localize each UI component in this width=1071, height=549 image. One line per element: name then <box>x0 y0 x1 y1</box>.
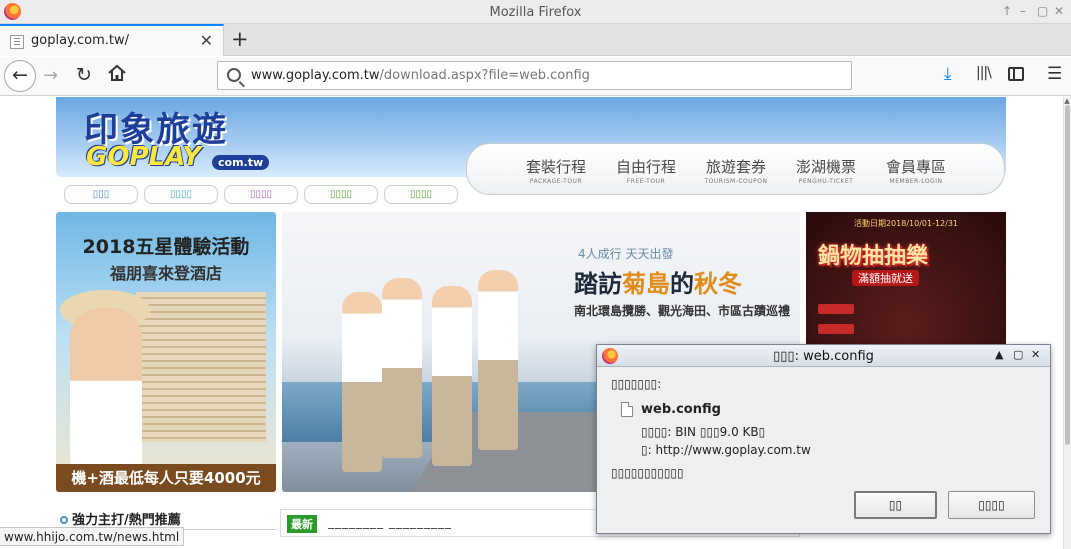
lottery-subtitle: 滿額抽就送 <box>852 270 919 286</box>
promo-hotel-title: 2018五星體驗活動 <box>82 236 250 258</box>
lottery-prize-tag <box>818 304 854 314</box>
home-icon[interactable] <box>107 63 127 83</box>
file-icon <box>621 402 633 417</box>
main-menu: 套裝行程 PACKAGE-TOUR 自由行程 FREE-TOUR 旅遊套券 TO… <box>466 143 1005 195</box>
traveler-figure <box>382 278 422 458</box>
url-text[interactable]: www.goplay.com.tw/download.aspx?file=web… <box>251 68 590 83</box>
menu-free-tour-sub: FREE-TOUR <box>626 178 666 185</box>
download-icon[interactable]: ⤓ <box>944 64 952 84</box>
tab-label: goplay.com.tw/ <box>31 33 130 48</box>
window-title: Mozilla Firefox <box>489 5 582 20</box>
navigation-toolbar: ← → ↻ www.goplay.com.tw/download.aspx?fi… <box>0 57 1071 96</box>
dialog-raise-icon[interactable]: ▲ <box>995 348 1003 361</box>
scrollbar-thumb[interactable] <box>1065 105 1070 445</box>
hamburger-menu-icon[interactable]: ☰ <box>1047 64 1062 84</box>
headline-part: 踏訪 <box>574 270 622 298</box>
library-icon[interactable]: |||\ <box>976 65 992 81</box>
promo-penghu-tagline: 4人成行 天天出發 <box>578 247 674 261</box>
sidebar-icon[interactable] <box>1008 67 1024 81</box>
headline-highlight: 秋冬 <box>694 270 742 298</box>
window-titlebar: Mozilla Firefox ↑ – ▢ ✕ <box>0 0 1071 24</box>
dialog-primary-button[interactable]: ▯▯ <box>854 491 937 519</box>
lottery-title: 鍋物抽抽樂 <box>818 244 929 269</box>
section-title-featured: 強力主打/熱門推薦 <box>60 509 181 528</box>
headline-part: 的 <box>670 270 694 298</box>
dialog-intro: ▯▯▯▯▯▯▯: <box>611 377 662 391</box>
traveler-figure <box>432 286 472 466</box>
tab-close-icon[interactable]: ✕ <box>200 31 213 50</box>
window-maximize-icon[interactable]: ▢ <box>1037 4 1048 18</box>
promo-penghu-subline: 南北環島攬勝、觀光海田、市區古蹟巡禮 <box>574 304 791 318</box>
menu-tourism-coupon-label: 旅遊套券 <box>705 158 766 176</box>
dialog-file-type: ▯▯▯▯: BIN ▯▯▯9.0 KB▯ <box>641 425 766 439</box>
headline-highlight: 菊島 <box>622 270 670 298</box>
tab-strip: goplay.com.tw/ ✕ + <box>0 24 1071 56</box>
menu-package-tour[interactable]: 套裝行程 PACKAGE-TOUR <box>511 156 601 185</box>
menu-member-login-sub: MEMBER-LOGIN <box>889 178 943 185</box>
lottery-prize-tag <box>818 324 854 334</box>
menu-penghu-ticket-sub: PENGHU-TICKET <box>798 178 854 185</box>
url-path: /download.aspx?file=web.config <box>379 68 590 83</box>
logo-domain-badge: com.tw <box>212 155 270 170</box>
traveler-figure <box>478 270 518 450</box>
url-host: www.goplay.com.tw <box>251 68 380 83</box>
subtab-1[interactable]: ▯▯▯ <box>64 185 138 204</box>
dialog-filename: web.config <box>641 402 721 417</box>
page-favicon-icon <box>10 35 24 49</box>
dialog-title: ▯▯▯: web.config <box>597 349 1050 364</box>
page-scrollbar[interactable] <box>1063 97 1071 549</box>
dialog-close-icon[interactable]: ✕ <box>1031 348 1040 361</box>
promo-hotel-subtitle: 福朋喜來登酒店 <box>109 264 222 283</box>
new-tab-button[interactable]: + <box>231 27 249 51</box>
dialog-question: ▯▯▯▯▯▯▯▯▯▯▯ <box>611 466 684 480</box>
dialog-file-source: ▯: http://www.goplay.com.tw <box>641 443 811 457</box>
dialog-titlebar[interactable]: ▯▯▯: web.config ▲ ▢ ✕ <box>597 345 1050 367</box>
scroll-up-icon[interactable]: ▲ <box>1063 97 1071 105</box>
forward-arrow-icon[interactable]: → <box>43 65 58 86</box>
subtab-2[interactable]: ▯▯▯▯ <box>144 185 218 204</box>
window-raise-icon[interactable]: ↑ <box>1002 4 1012 18</box>
tab-goplay[interactable]: goplay.com.tw/ ✕ <box>0 24 224 56</box>
site-logo[interactable]: 印象旅遊 GOPLAY com.tw <box>84 102 270 172</box>
menu-penghu-ticket-label: 澎湖機票 <box>795 158 856 176</box>
menu-penghu-ticket[interactable]: 澎湖機票 PENGHU-TICKET <box>781 156 871 185</box>
news-badge: 最新 <box>287 515 317 533</box>
hotel-building-image <box>136 292 266 442</box>
promo-hotel-price: 機+酒最低每人只要4000元 <box>56 464 276 492</box>
subtab-4[interactable]: ▯▯▯▯ <box>304 185 378 204</box>
menu-tourism-coupon[interactable]: 旅遊套券 TOURISM-COUPON <box>691 156 781 185</box>
menu-tourism-coupon-sub: TOURISM-COUPON <box>704 178 768 185</box>
back-arrow-icon[interactable]: ← <box>4 60 36 92</box>
menu-member-login[interactable]: 會員專區 MEMBER-LOGIN <box>871 156 961 185</box>
dialog-secondary-button[interactable]: ▯▯▯▯ <box>948 491 1035 519</box>
dialog-maximize-icon[interactable]: ▢ <box>1013 348 1023 361</box>
promo-banner-hotel[interactable]: 2018五星體驗活動 福朋喜來登酒店 機+酒最低每人只要4000元 <box>56 212 276 492</box>
subtab-3[interactable]: ▯▯▯▯ <box>224 185 298 204</box>
logo-english: GOPLAY <box>86 142 202 172</box>
window-close-icon[interactable]: ✕ <box>1054 4 1064 18</box>
menu-member-login-label: 會員專區 <box>885 158 946 176</box>
menu-free-tour[interactable]: 自由行程 FREE-TOUR <box>601 156 691 185</box>
dialog-title-file: : web.config <box>794 349 874 364</box>
menu-package-tour-sub: PACKAGE-TOUR <box>529 178 583 185</box>
search-icon <box>227 68 241 82</box>
traveler-figure <box>342 292 382 472</box>
status-bar-link: www.hhijo.com.tw/news.html <box>0 527 185 546</box>
promo-penghu-headline: 踏訪菊島的秋冬 <box>574 264 742 299</box>
menu-free-tour-label: 自由行程 <box>615 158 676 176</box>
download-dialog: ▯▯▯: web.config ▲ ▢ ✕ ▯▯▯▯▯▯▯: web.confi… <box>596 344 1051 534</box>
news-headline-link[interactable]: ________ _________ <box>328 515 452 529</box>
reload-icon[interactable]: ↻ <box>76 64 92 86</box>
dialog-title-prefix: ▯▯▯ <box>773 349 795 364</box>
bullet-icon <box>60 516 68 524</box>
section-title-text: 強力主打/熱門推薦 <box>72 513 181 528</box>
model-photo <box>70 308 142 468</box>
window-minimize-icon[interactable]: – <box>1020 4 1026 18</box>
subtab-5[interactable]: ▯▯▯▯ <box>384 185 458 204</box>
lottery-period: 活動日期2018/10/01-12/31 <box>853 219 959 228</box>
menu-package-tour-label: 套裝行程 <box>525 158 586 176</box>
url-bar[interactable]: www.goplay.com.tw/download.aspx?file=web… <box>217 61 852 90</box>
